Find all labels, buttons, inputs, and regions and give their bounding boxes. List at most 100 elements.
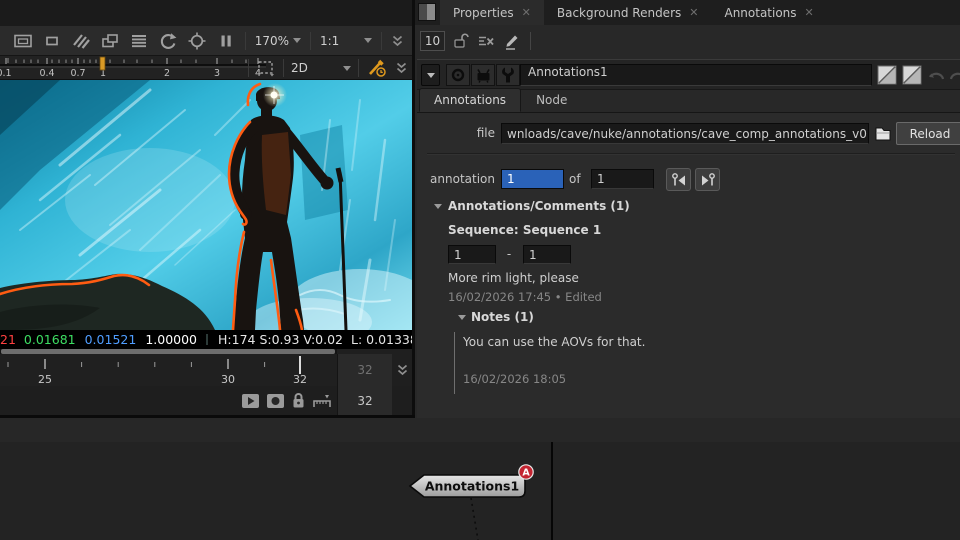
wrench-icon — [500, 66, 516, 84]
range-dash: - — [503, 247, 515, 261]
annotations-node[interactable]: Annotations1 — [410, 475, 525, 497]
svg-text:30: 30 — [221, 373, 235, 386]
comments-group-header[interactable]: Annotations/Comments (1) — [448, 199, 630, 213]
edit-pencil-icon[interactable] — [503, 32, 520, 50]
tab-node-annotations[interactable]: Annotations — [419, 88, 521, 112]
tab-annotations[interactable]: Annotations ✕ — [711, 0, 826, 25]
node-graph-divider — [551, 442, 553, 540]
nuke-window: 170% 1:1 0.1 — [0, 0, 960, 540]
crop-region-icon[interactable] — [42, 31, 62, 51]
tab-properties[interactable]: Properties ✕ — [440, 0, 544, 25]
transport-bar: 32 — [0, 386, 412, 415]
view-mode-value: 2D — [291, 61, 308, 75]
red-value: 21 — [0, 332, 16, 347]
range-start-field[interactable]: 1 — [448, 245, 496, 264]
viewer-gain-slider-row: 0.1 0.4 0.7 1 2 3 4 2D — [0, 56, 412, 80]
lock-icon[interactable] — [291, 392, 306, 409]
alpha-value: 1.00000 — [145, 332, 197, 347]
wipe-compare-icon[interactable] — [100, 31, 120, 51]
svg-text:2: 2 — [164, 68, 170, 79]
viewer-panel: 170% 1:1 0.1 — [0, 0, 412, 418]
annotation-badge: A — [519, 465, 533, 479]
sequence-label: Sequence: Sequence 1 — [448, 223, 601, 237]
blue-value: 0.01521 — [85, 332, 137, 347]
close-icon[interactable]: ✕ — [522, 6, 531, 19]
input-process-icon[interactable] — [366, 58, 388, 78]
annotation-index-field[interactable]: 1 — [501, 169, 564, 189]
redo-icon[interactable] — [948, 66, 960, 84]
toolbar-separator — [283, 59, 284, 77]
collapse-toolbar-icon[interactable] — [395, 60, 408, 76]
toolbar-separator — [358, 59, 359, 77]
unlock-icon[interactable] — [453, 32, 469, 49]
end-frame-field[interactable]: 32 — [337, 354, 392, 386]
frame-range-icon[interactable] — [312, 392, 332, 409]
tab-node-node[interactable]: Node — [521, 88, 582, 112]
reload-button[interactable]: Reload — [896, 122, 960, 145]
svg-text:0.7: 0.7 — [70, 68, 85, 79]
checkerboard-icon[interactable] — [71, 31, 91, 51]
play-button[interactable] — [241, 393, 260, 409]
advanced-settings-button[interactable] — [496, 64, 520, 86]
close-icon[interactable]: ✕ — [689, 6, 698, 19]
node-connection-dotted — [471, 498, 478, 540]
gain-slider-handle[interactable] — [100, 57, 105, 70]
collapse-toolbar-icon[interactable] — [391, 33, 404, 49]
layers-icon[interactable] — [129, 31, 149, 51]
proxy-ratio-value: 1:1 — [320, 34, 339, 48]
node-color-swatch[interactable] — [877, 65, 897, 85]
monitor-out-button[interactable] — [471, 64, 495, 86]
close-icon[interactable]: ✕ — [805, 6, 814, 19]
timeline[interactable]: 25 30 32 — [0, 354, 337, 386]
prev-annotation-button[interactable] — [666, 168, 691, 191]
proxy-ratio-dropdown[interactable]: 1:1 — [320, 34, 372, 48]
viewer-toolbar: 170% 1:1 — [0, 26, 412, 56]
color-swatch — [206, 334, 208, 345]
annotation-count-field[interactable]: 1 — [591, 169, 654, 189]
zoom-level-dropdown[interactable]: 170% — [255, 34, 301, 48]
chevron-down-icon — [293, 38, 301, 43]
max-panels-field[interactable]: 10 — [420, 31, 445, 51]
node-graph-panel[interactable]: Annotations1 A — [0, 442, 960, 540]
toolbar-separator — [248, 59, 249, 77]
hsv-values: H:174 S:0.93 V:0.02 — [218, 332, 343, 347]
node-name-field[interactable]: Annotations1 — [520, 64, 872, 86]
notes-group-header[interactable]: Notes (1) — [471, 310, 534, 324]
pane-menu-icon[interactable] — [418, 3, 436, 21]
clear-panels-icon[interactable] — [477, 33, 495, 49]
gl-color-swatch[interactable] — [902, 65, 922, 85]
current-frame-field[interactable]: 32 — [337, 386, 392, 415]
tab-background-renders[interactable]: Background Renders ✕ — [544, 0, 712, 25]
collapse-triangle-icon[interactable] — [434, 204, 442, 209]
note-timestamp: 16/02/2026 18:05 — [463, 372, 566, 386]
toolbar-separator — [310, 32, 311, 50]
view-mode-dropdown[interactable]: 2D — [291, 61, 351, 75]
center-node-button[interactable] — [446, 64, 470, 86]
collapse-triangle-icon[interactable] — [458, 315, 466, 320]
folder-browse-icon[interactable] — [873, 124, 893, 143]
node-label: Annotations1 — [425, 479, 519, 494]
chevron-down-icon — [364, 38, 372, 43]
zoom-level-value: 170% — [255, 34, 289, 48]
pause-icon[interactable] — [216, 31, 236, 51]
green-value: 0.01681 — [24, 332, 76, 347]
gain-slider[interactable]: 0.1 0.4 0.7 1 2 3 4 — [0, 56, 270, 80]
chevron-down-icon — [343, 66, 351, 71]
roi-target-icon[interactable] — [187, 31, 207, 51]
marquee-select-icon[interactable] — [256, 58, 276, 78]
prev-flag-icon — [670, 172, 688, 187]
viewer-image[interactable] — [0, 80, 412, 330]
frame-format-icon[interactable] — [13, 31, 33, 51]
undo-icon[interactable] — [926, 66, 946, 84]
file-path-field[interactable]: wnloads/cave/nuke/annotations/cave_comp_… — [501, 123, 869, 144]
note-text: You can use the AOVs for that. — [463, 335, 645, 349]
next-annotation-button[interactable] — [695, 168, 720, 191]
properties-tabbar: Properties ✕ Background Renders ✕ Annota… — [415, 0, 960, 25]
svg-text:3: 3 — [214, 68, 220, 79]
panel-dropdown-button[interactable] — [421, 64, 440, 86]
range-end-field[interactable]: 1 — [523, 245, 571, 264]
toolbar-separator — [381, 32, 382, 50]
collapse-timeline-icon[interactable] — [392, 354, 412, 386]
refresh-icon[interactable] — [158, 31, 178, 51]
record-button[interactable] — [266, 393, 285, 409]
